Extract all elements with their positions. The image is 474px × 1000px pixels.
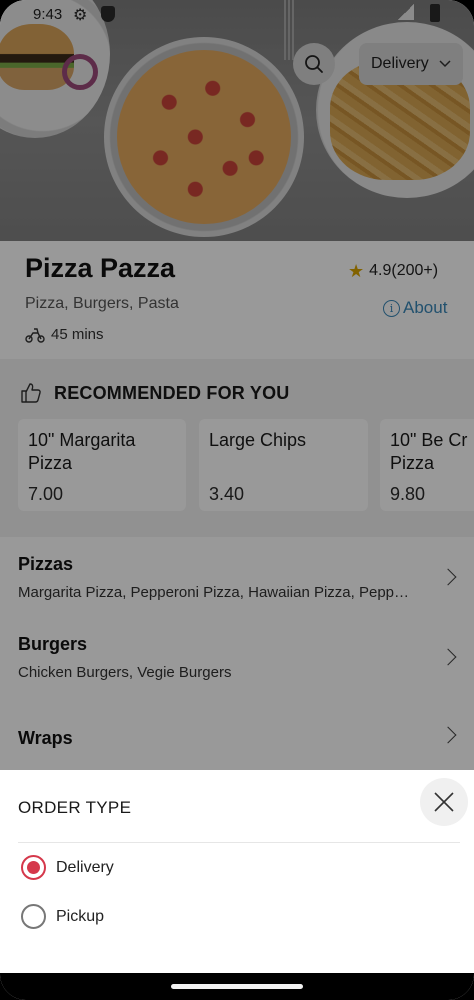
system-nav-bar [0, 973, 474, 1000]
option-delivery[interactable]: Delivery [21, 855, 114, 880]
radio-selected-icon[interactable] [21, 855, 46, 880]
sheet-title: ORDER TYPE [18, 798, 132, 817]
option-label: Delivery [56, 858, 114, 876]
close-icon [434, 792, 454, 812]
option-label: Pickup [56, 907, 105, 925]
modal-backdrop[interactable] [0, 0, 474, 770]
app-screen: 9:43 ⚙ Delivery Pizza Pazza Pizza, Burge… [0, 0, 474, 1000]
option-pickup[interactable]: Pickup [21, 904, 104, 929]
order-type-sheet: ORDER TYPE Delivery Pickup [0, 770, 474, 973]
radio-unselected-icon[interactable] [21, 904, 46, 929]
home-indicator[interactable] [171, 984, 303, 989]
sheet-divider [18, 842, 460, 843]
close-button[interactable] [420, 778, 468, 826]
